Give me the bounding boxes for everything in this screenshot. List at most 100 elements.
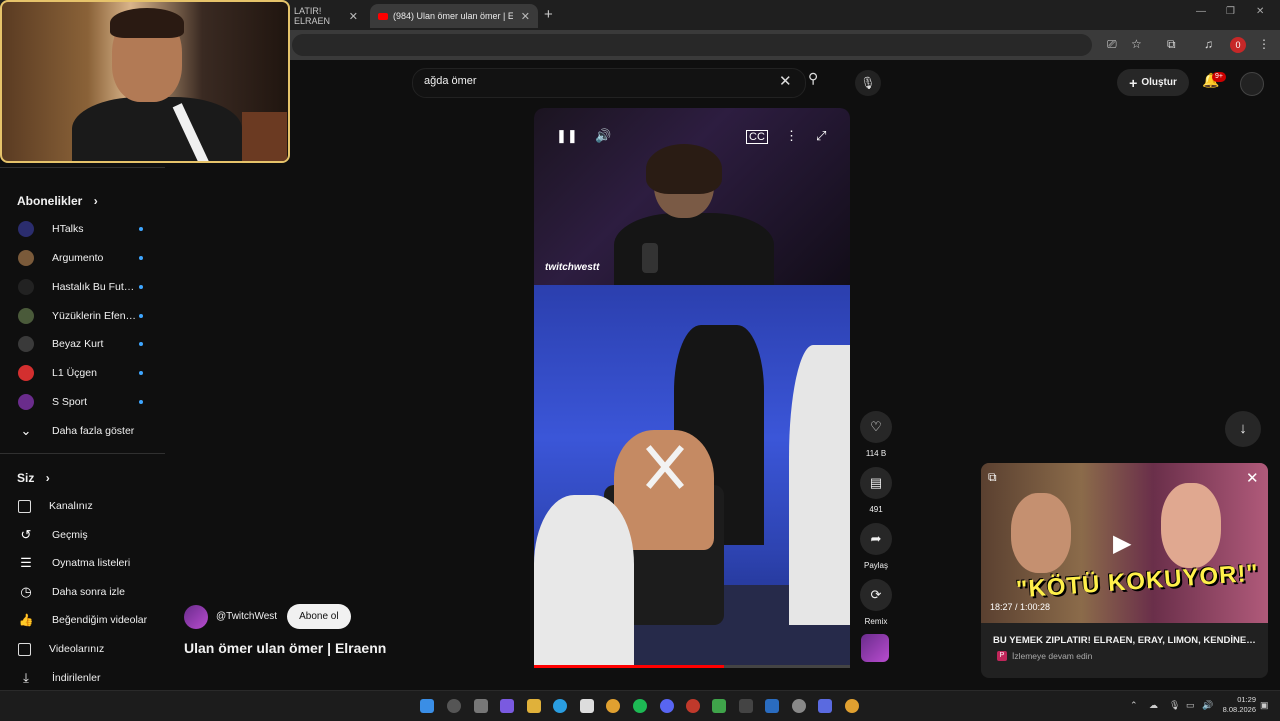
new-tab-button[interactable]: +	[544, 6, 553, 23]
extensions-icon[interactable]: ⧉	[1167, 37, 1176, 52]
taskbar-clock[interactable]: 01:29 8.08.2026	[1216, 695, 1256, 715]
minimize-icon[interactable]: —	[1196, 6, 1206, 17]
miniplayer-title[interactable]: BU YEMEK ZIPLATIR! ELRAEN, ERAY, LIMON, …	[993, 635, 1258, 646]
tray-chevron-up-icon[interactable]: ⌃	[1130, 700, 1138, 711]
you-heading[interactable]: Siz ›	[17, 471, 50, 485]
opera-icon[interactable]	[686, 699, 700, 713]
next-short-arrow-down-icon[interactable]: ↓	[1225, 411, 1261, 447]
volume-icon[interactable]: 🔊	[595, 128, 611, 144]
close-tab-icon[interactable]: ✕	[349, 10, 358, 23]
expand-miniplayer-icon[interactable]: ⧉	[988, 470, 997, 485]
browser-tab[interactable]: LATIR! ELRAEN ✕	[286, 4, 366, 28]
continue-watching-label: İzlemeye devam edin	[1012, 651, 1093, 661]
sidebar-item-playlists[interactable]: ☰ Oynatma listeleri	[0, 549, 165, 577]
edge-icon[interactable]	[553, 699, 567, 713]
browser-menu-icon[interactable]: ⋮	[1258, 37, 1270, 51]
like-button[interactable]: ♡ 114 B	[858, 411, 894, 458]
task-view-icon[interactable]	[474, 699, 488, 713]
maximize-icon[interactable]: ❐	[1226, 6, 1235, 17]
clip-person-hair	[646, 144, 722, 194]
remix-button[interactable]: ⟳ Remix	[858, 579, 894, 626]
sidebar-item-argumento[interactable]: Argumento	[0, 244, 165, 272]
sidebar-item-l1-ucgen[interactable]: L1 Üçgen	[0, 359, 165, 387]
copilot-icon[interactable]	[500, 699, 514, 713]
tray-volume-icon[interactable]: 🔊	[1202, 700, 1213, 711]
tab-label: LATIR! ELRAEN	[294, 6, 331, 26]
channel-name[interactable]: @TwitchWest	[216, 611, 277, 622]
sidebar-item-hastalik-bu-futbol[interactable]: Hastalık Bu Futbol	[0, 273, 165, 301]
sidebar-item-your-channel[interactable]: Kanalınız	[0, 492, 165, 520]
create-label: Oluştur	[1141, 77, 1177, 88]
sidebar-item-your-videos[interactable]: Videolarınız	[0, 635, 165, 663]
app-icon[interactable]	[712, 699, 726, 713]
subscribe-button[interactable]: Abone ol	[287, 604, 351, 629]
create-button[interactable]: + Oluştur	[1117, 69, 1189, 96]
close-icon[interactable]: ✕	[1246, 469, 1259, 487]
miniplayer-video[interactable]: "KÖTÜ KOKUYOR!" ▶ 18:27 / 1:00:28 ⧉ ✕	[981, 463, 1268, 623]
app-icon[interactable]	[765, 699, 779, 713]
search-icon[interactable]: ⚲	[808, 70, 818, 87]
sidebar-item-yuzuklerin-efendisi[interactable]: Yüzüklerin Efend…	[0, 302, 165, 330]
bookmark-star-icon[interactable]: ☆	[1131, 37, 1142, 51]
fullscreen-icon[interactable]: ⤢	[816, 128, 826, 144]
mini-person-right	[1161, 483, 1221, 568]
sidebar-item-label: Videolarınız	[49, 643, 105, 655]
share-button[interactable]: ➦ Paylaş	[858, 523, 894, 570]
sidebar-item-label: İndirilenler	[52, 672, 101, 684]
notification-center-icon[interactable]: ▣	[1260, 700, 1269, 711]
account-avatar[interactable]	[1240, 72, 1264, 96]
close-window-icon[interactable]: ✕	[1256, 6, 1264, 17]
pause-icon[interactable]: ❚❚	[556, 128, 578, 144]
close-tab-icon[interactable]: ✕	[521, 10, 530, 23]
short-player[interactable]: ❚❚ 🔊 CC ⋮ ⤢ twitchwestt	[534, 108, 850, 668]
sidebar-item-history[interactable]: ↺ Geçmiş	[0, 521, 165, 549]
channel-thumbnail[interactable]	[861, 634, 889, 662]
clear-search-icon[interactable]: ✕	[779, 72, 792, 90]
store-icon[interactable]	[580, 699, 594, 713]
sidebar-item-htalks[interactable]: HTalks	[0, 215, 165, 243]
captions-icon[interactable]: CC	[746, 130, 768, 144]
channel-row: @TwitchWest Abone ol	[184, 604, 351, 629]
install-app-icon[interactable]: ⎚	[1107, 37, 1117, 52]
watch-later-icon: ◷	[20, 584, 32, 599]
channel-avatar[interactable]	[184, 604, 208, 629]
sidebar-item-s-sport[interactable]: S Sport	[0, 388, 165, 416]
start-icon[interactable]	[420, 699, 434, 713]
microphone-icon[interactable]: 🎙	[855, 70, 881, 96]
sidebar-item-liked-videos[interactable]: 👍 Beğendiğim videolar	[0, 606, 165, 634]
comments-button[interactable]: ▤ 491	[858, 467, 894, 514]
miniplayer-subtitle-row: P İzlemeye devam edin	[997, 651, 1092, 661]
sidebar-item-downloads[interactable]: ⤓ İndirilenler	[0, 664, 165, 692]
sidebar-item-beyaz-kurt[interactable]: Beyaz Kurt	[0, 330, 165, 358]
spotify-icon[interactable]	[633, 699, 647, 713]
new-content-dot	[139, 227, 143, 231]
tray-network-icon[interactable]: ☁	[1149, 700, 1158, 711]
subscriptions-heading[interactable]: Abonelikler ›	[17, 194, 98, 208]
search-input[interactable]: ağda ömer	[424, 75, 477, 87]
more-options-icon[interactable]: ⋮	[785, 128, 798, 144]
app-icon[interactable]	[739, 699, 753, 713]
play-icon[interactable]: ▶	[1113, 529, 1131, 558]
sidebar-item-label: Geçmiş	[52, 529, 88, 541]
file-explorer-icon[interactable]	[527, 699, 541, 713]
short-title: Ulan ömer ulan ömer | Elraenn	[184, 640, 387, 656]
chrome-icon[interactable]	[845, 699, 859, 713]
profile-badge[interactable]: 0	[1230, 37, 1246, 53]
tray-mic-icon[interactable]: 🎙	[1169, 700, 1180, 711]
obs-icon[interactable]	[792, 699, 806, 713]
show-more-button[interactable]: ⌄ Daha fazla göster	[0, 417, 165, 445]
app-icon[interactable]	[818, 699, 832, 713]
progress-bar[interactable]	[534, 665, 850, 668]
subscriptions-title: Abonelikler	[17, 194, 83, 208]
browser-tab-active[interactable]: (984) Ulan ömer ulan ömer | E ✕	[370, 4, 538, 28]
assistant-right	[789, 345, 850, 625]
search-icon[interactable]	[447, 699, 461, 713]
miniplayer[interactable]: "KÖTÜ KOKUYOR!" ▶ 18:27 / 1:00:28 ⧉ ✕ BU…	[981, 463, 1268, 678]
media-control-icon[interactable]: ♫	[1204, 37, 1213, 51]
address-bar[interactable]	[292, 34, 1092, 56]
sidebar-item-watch-later[interactable]: ◷ Daha sonra izle	[0, 578, 165, 606]
discord-icon[interactable]	[660, 699, 674, 713]
tray-wifi-icon[interactable]: ▭	[1186, 700, 1195, 711]
chrome-icon[interactable]	[606, 699, 620, 713]
sidebar-item-label: Daha sonra izle	[52, 586, 125, 598]
